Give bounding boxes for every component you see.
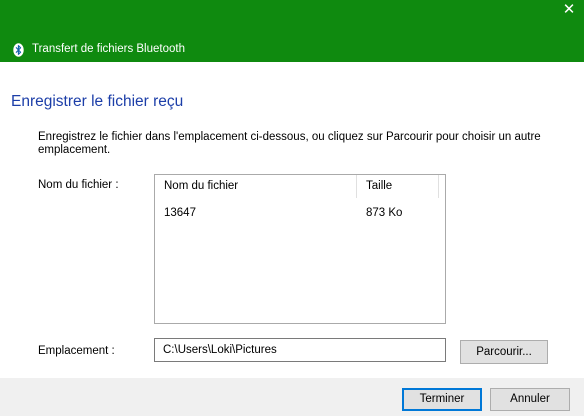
bluetooth-icon (13, 43, 24, 57)
filename-label: Nom du fichier : (38, 179, 119, 191)
finish-button[interactable]: Terminer (402, 388, 482, 411)
close-icon: ✕ (562, 1, 576, 18)
close-button[interactable]: ✕ (554, 0, 584, 22)
file-row[interactable]: 13647 873 Ko (155, 205, 445, 223)
file-name-cell: 13647 (164, 207, 196, 219)
title-bar: Transfert de fichiers Bluetooth ✕ (0, 0, 584, 62)
file-list[interactable]: Nom du fichier Taille 13647 873 Ko (154, 174, 446, 324)
instructions-text: Enregistrez le fichier dans l'emplacemen… (38, 131, 541, 156)
location-label: Emplacement : (38, 345, 115, 357)
cancel-button[interactable]: Annuler (490, 388, 570, 411)
column-header-size[interactable]: Taille (357, 175, 439, 198)
window-title: Transfert de fichiers Bluetooth (32, 43, 185, 55)
location-input[interactable] (154, 338, 446, 362)
browse-button[interactable]: Parcourir... (460, 340, 548, 364)
dialog-heading: Enregistrer le fichier reçu (11, 93, 184, 110)
column-header-name[interactable]: Nom du fichier (155, 175, 357, 198)
file-size-cell: 873 Ko (366, 207, 403, 219)
